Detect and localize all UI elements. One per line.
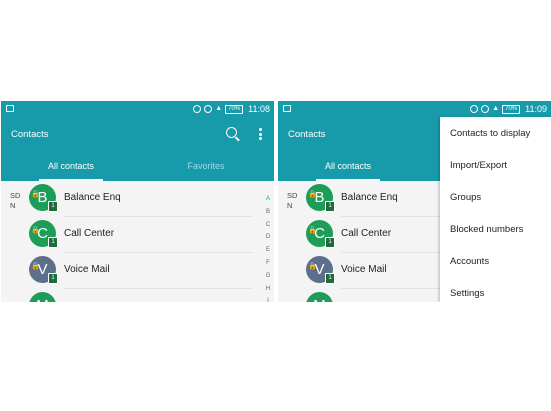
sim-badge: 1 bbox=[325, 201, 335, 212]
contact-list: SD N 🔒 B 1 Balance Enq 🔒 C 1 Call Center… bbox=[1, 181, 274, 302]
avatar: 🔒 B 1 bbox=[306, 184, 335, 212]
contacts-screen-left: ▲ 70% 11:08 Contacts All contacts Favori… bbox=[1, 101, 274, 302]
page-title: Contacts bbox=[288, 129, 326, 140]
contact-name: Voice Mail bbox=[64, 264, 110, 275]
tab-favorites[interactable]: Favorites bbox=[166, 161, 246, 171]
lock-icon: 🔒 bbox=[308, 263, 317, 270]
sim-badge: 1 bbox=[48, 237, 58, 248]
signal-icon: ▲ bbox=[215, 105, 223, 112]
alphabet-index[interactable]: A B C D E F G H I bbox=[263, 193, 273, 302]
lock-icon: 🔒 bbox=[308, 227, 317, 234]
contact-name: Call Center bbox=[341, 228, 392, 239]
contact-name: Call Center bbox=[64, 228, 115, 239]
app-bar: Contacts All contacts Favorites bbox=[1, 117, 274, 181]
menu-item-blocked-numbers[interactable]: Blocked numbers bbox=[450, 224, 523, 235]
lock-icon: 🔒 bbox=[308, 191, 317, 198]
contact-name: Voice Mail bbox=[341, 264, 387, 275]
lock-icon: 🔒 bbox=[31, 263, 40, 270]
menu-item-groups[interactable]: Groups bbox=[450, 192, 481, 203]
contact-name: Balance Enq bbox=[64, 192, 121, 203]
status-bar: ▲ 70% 11:09 bbox=[278, 101, 551, 117]
system-icons: ▲ 70% 11:09 bbox=[470, 103, 547, 115]
system-icons: ▲ 70% 11:08 bbox=[193, 103, 270, 115]
contact-row[interactable]: 🔒 B 1 Balance Enq bbox=[1, 181, 274, 217]
tab-all-contacts[interactable]: All contacts bbox=[31, 161, 111, 171]
more-options-icon[interactable] bbox=[259, 128, 262, 140]
image-notification-icon bbox=[6, 105, 14, 112]
battery-indicator: 70% bbox=[502, 104, 521, 114]
menu-item-import-export[interactable]: Import/Export bbox=[450, 160, 507, 171]
search-icon[interactable] bbox=[226, 127, 237, 138]
overflow-menu: Contacts to display Import/Export Groups… bbox=[440, 117, 551, 302]
sync-icon bbox=[470, 105, 479, 113]
avatar: M bbox=[306, 292, 333, 302]
sim-badge: 1 bbox=[48, 273, 58, 284]
avatar: 🔒 V 1 bbox=[29, 256, 58, 284]
clock: 11:09 bbox=[525, 104, 547, 114]
contact-row[interactable]: 🔒 V 1 Voice Mail bbox=[1, 253, 274, 289]
contact-row[interactable]: M bbox=[1, 289, 274, 302]
avatar: M bbox=[29, 292, 56, 302]
image-notification-icon bbox=[283, 105, 291, 112]
avatar: 🔒 C 1 bbox=[306, 220, 335, 248]
sim-badge: 1 bbox=[325, 237, 335, 248]
page-title: Contacts bbox=[11, 129, 49, 140]
avatar: 🔒 V 1 bbox=[306, 256, 335, 284]
avatar: 🔒 B 1 bbox=[29, 184, 58, 212]
signal-icon: ▲ bbox=[492, 105, 500, 112]
menu-item-accounts[interactable]: Accounts bbox=[450, 256, 489, 267]
clock: 11:08 bbox=[248, 104, 270, 114]
tab-all-contacts[interactable]: All contacts bbox=[308, 161, 388, 171]
lock-icon: 🔒 bbox=[31, 227, 40, 234]
menu-item-settings[interactable]: Settings bbox=[450, 288, 484, 299]
contact-name: Balance Enq bbox=[341, 192, 398, 203]
alarm-icon bbox=[204, 105, 213, 113]
alarm-icon bbox=[481, 105, 490, 113]
status-bar: ▲ 70% 11:08 bbox=[1, 101, 274, 117]
sync-icon bbox=[193, 105, 202, 113]
menu-item-contacts-to-display[interactable]: Contacts to display bbox=[450, 128, 530, 139]
battery-indicator: 70% bbox=[225, 104, 244, 114]
contact-row[interactable]: 🔒 C 1 Call Center bbox=[1, 217, 274, 253]
sim-badge: 1 bbox=[325, 273, 335, 284]
avatar: 🔒 C 1 bbox=[29, 220, 58, 248]
sim-badge: 1 bbox=[48, 201, 58, 212]
lock-icon: 🔒 bbox=[31, 191, 40, 198]
contacts-screen-right: ▲ 70% 11:09 Contacts All contacts SD N 🔒… bbox=[278, 101, 551, 302]
